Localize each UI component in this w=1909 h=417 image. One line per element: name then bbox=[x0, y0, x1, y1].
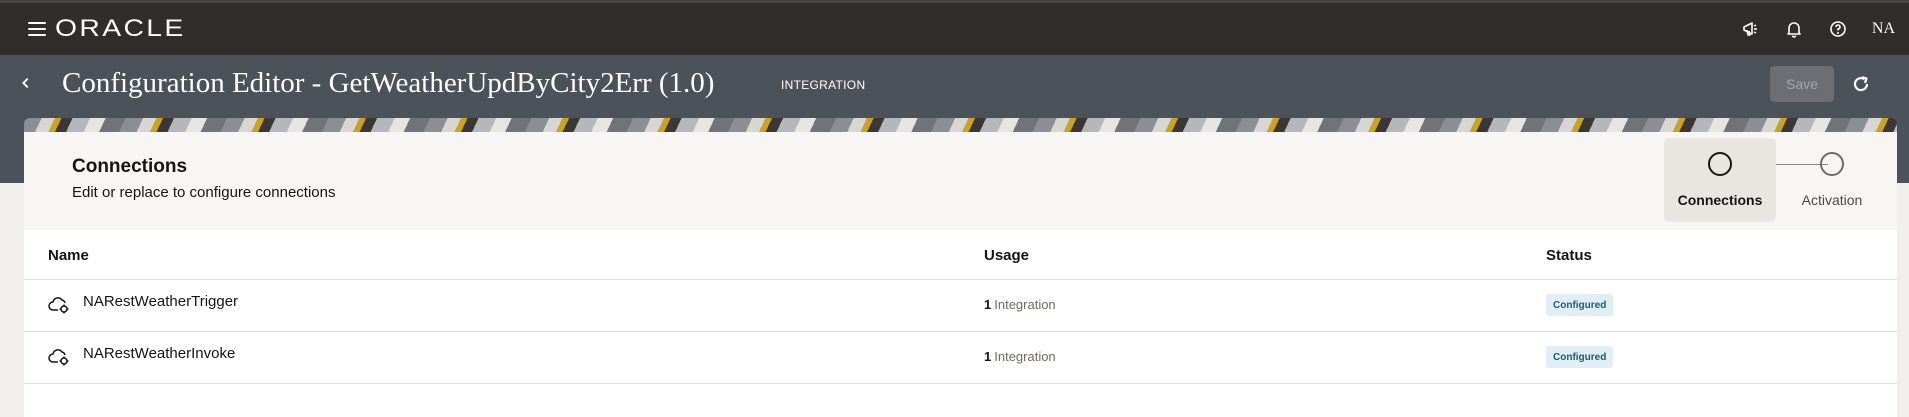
rest-connection-icon bbox=[48, 297, 69, 314]
refresh-icon bbox=[1853, 75, 1869, 92]
page-title: Configuration Editor - GetWeatherUpdByCi… bbox=[62, 67, 715, 99]
connections-card: Connections Edit or replace to configure… bbox=[24, 132, 1897, 417]
usage-count: 1 bbox=[984, 297, 992, 312]
step-activation-label: Activation bbox=[1801, 192, 1863, 208]
decorative-banner bbox=[24, 118, 1897, 132]
megaphone-icon[interactable] bbox=[1738, 17, 1762, 41]
status-badge: Configured bbox=[1546, 294, 1614, 316]
usage-cell: 1 Integration bbox=[984, 349, 1056, 364]
step-activation[interactable]: Activation bbox=[1776, 138, 1888, 222]
table-row[interactable]: NARestWeatherInvoke 1 Integration Configu… bbox=[24, 332, 1897, 384]
usage-cell: 1 Integration bbox=[984, 297, 1056, 312]
card-header: Connections Edit or replace to configure… bbox=[24, 132, 1897, 230]
hamburger-menu-icon[interactable] bbox=[28, 22, 46, 36]
save-button[interactable]: Save bbox=[1770, 66, 1834, 102]
table-header: Name Usage Status bbox=[24, 230, 1897, 280]
chevron-left-icon bbox=[22, 77, 29, 89]
rest-connection-icon bbox=[48, 349, 69, 366]
bell-icon[interactable] bbox=[1782, 17, 1806, 41]
connection-name[interactable]: NARestWeatherInvoke bbox=[83, 345, 235, 362]
section-subtitle: Edit or replace to configure connections bbox=[72, 184, 336, 201]
usage-count: 1 bbox=[984, 349, 992, 364]
help-icon[interactable] bbox=[1826, 17, 1850, 41]
column-header-status[interactable]: Status bbox=[1546, 247, 1592, 264]
step-activation-circle bbox=[1820, 152, 1844, 176]
back-button[interactable] bbox=[14, 71, 38, 95]
user-avatar[interactable]: NA bbox=[1872, 20, 1895, 38]
table-row[interactable]: NARestWeatherTrigger 1 Integration Config… bbox=[24, 280, 1897, 332]
integration-badge: INTEGRATION bbox=[781, 78, 866, 92]
step-connections-label: Connections bbox=[1677, 192, 1763, 208]
usage-label: Integration bbox=[994, 297, 1056, 312]
status-badge: Configured bbox=[1546, 346, 1614, 368]
usage-label: Integration bbox=[994, 349, 1056, 364]
refresh-button[interactable] bbox=[1848, 71, 1874, 97]
step-train: Connections Activation bbox=[1664, 138, 1892, 222]
oracle-logo: ORACLE bbox=[55, 15, 186, 42]
connection-name[interactable]: NARestWeatherTrigger bbox=[83, 293, 238, 310]
column-header-usage[interactable]: Usage bbox=[984, 247, 1029, 264]
top-brand-bar: ORACLE NA bbox=[0, 0, 1909, 55]
section-title: Connections bbox=[72, 156, 188, 177]
column-header-name[interactable]: Name bbox=[48, 247, 89, 264]
step-connections-circle bbox=[1708, 152, 1732, 176]
step-connections[interactable]: Connections bbox=[1664, 138, 1776, 222]
header-actions: NA bbox=[1718, 3, 1909, 55]
connections-table: Name Usage Status NARestWeatherTrigger 1… bbox=[24, 230, 1897, 384]
